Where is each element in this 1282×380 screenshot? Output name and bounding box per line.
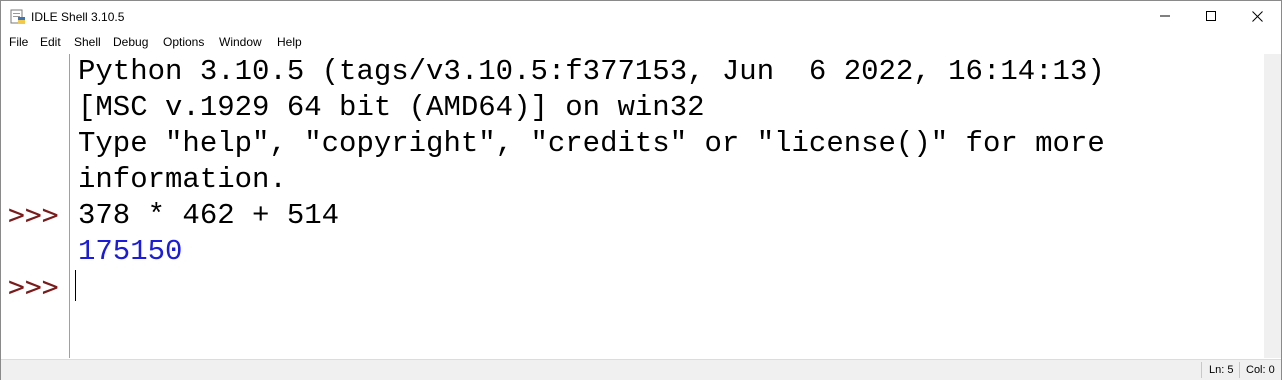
status-separator (1239, 362, 1240, 378)
output-line: 175150 (78, 235, 183, 268)
title-bar[interactable]: IDLE Shell 3.10.5 (1, 1, 1281, 31)
menu-shell[interactable]: Shell (74, 34, 101, 50)
menu-options[interactable]: Options (163, 34, 204, 50)
menu-window[interactable]: Window (219, 34, 262, 50)
column-number-status: Col: 0 (1246, 364, 1275, 376)
menu-edit[interactable]: Edit (40, 34, 61, 50)
menu-bar: File Edit Shell Debug Options Window Hel… (1, 32, 1281, 52)
prompt-marker: >>> (8, 198, 59, 231)
maximize-button[interactable] (1188, 1, 1234, 31)
vertical-scrollbar[interactable] (1264, 54, 1281, 358)
gutter-divider (69, 54, 70, 358)
menu-help[interactable]: Help (277, 34, 302, 50)
menu-debug[interactable]: Debug (113, 34, 148, 50)
python-app-icon (10, 9, 25, 24)
status-separator (1201, 362, 1202, 378)
maximize-icon (1206, 11, 1216, 21)
menu-file[interactable]: File (9, 34, 28, 50)
minimize-button[interactable] (1142, 1, 1188, 31)
minimize-icon (1160, 15, 1170, 17)
text-cursor (75, 270, 76, 301)
prompt-gutter: >>> >>> (1, 54, 69, 358)
banner-line: information. (78, 163, 287, 196)
banner-line: [MSC v.1929 64 bit (AMD64)] on win32 (78, 91, 705, 124)
banner-line: Type "help", "copyright", "credits" or "… (78, 127, 1105, 160)
idle-shell-window: IDLE Shell 3.10.5 File Edit Shell Debug … (0, 0, 1282, 380)
input-line: 378 * 462 + 514 (78, 199, 340, 232)
close-button[interactable] (1234, 1, 1280, 31)
shell-text-area[interactable]: Python 3.10.5 (tags/v3.10.5:f377153, Jun… (71, 54, 1263, 358)
banner-line: Python 3.10.5 (tags/v3.10.5:f377153, Jun… (78, 55, 1105, 88)
line-number-status: Ln: 5 (1209, 364, 1234, 376)
window-title: IDLE Shell 3.10.5 (31, 10, 125, 24)
prompt-marker: >>> (8, 270, 59, 303)
status-bar: Ln: 5 Col: 0 (1, 359, 1281, 380)
close-icon (1251, 10, 1263, 22)
